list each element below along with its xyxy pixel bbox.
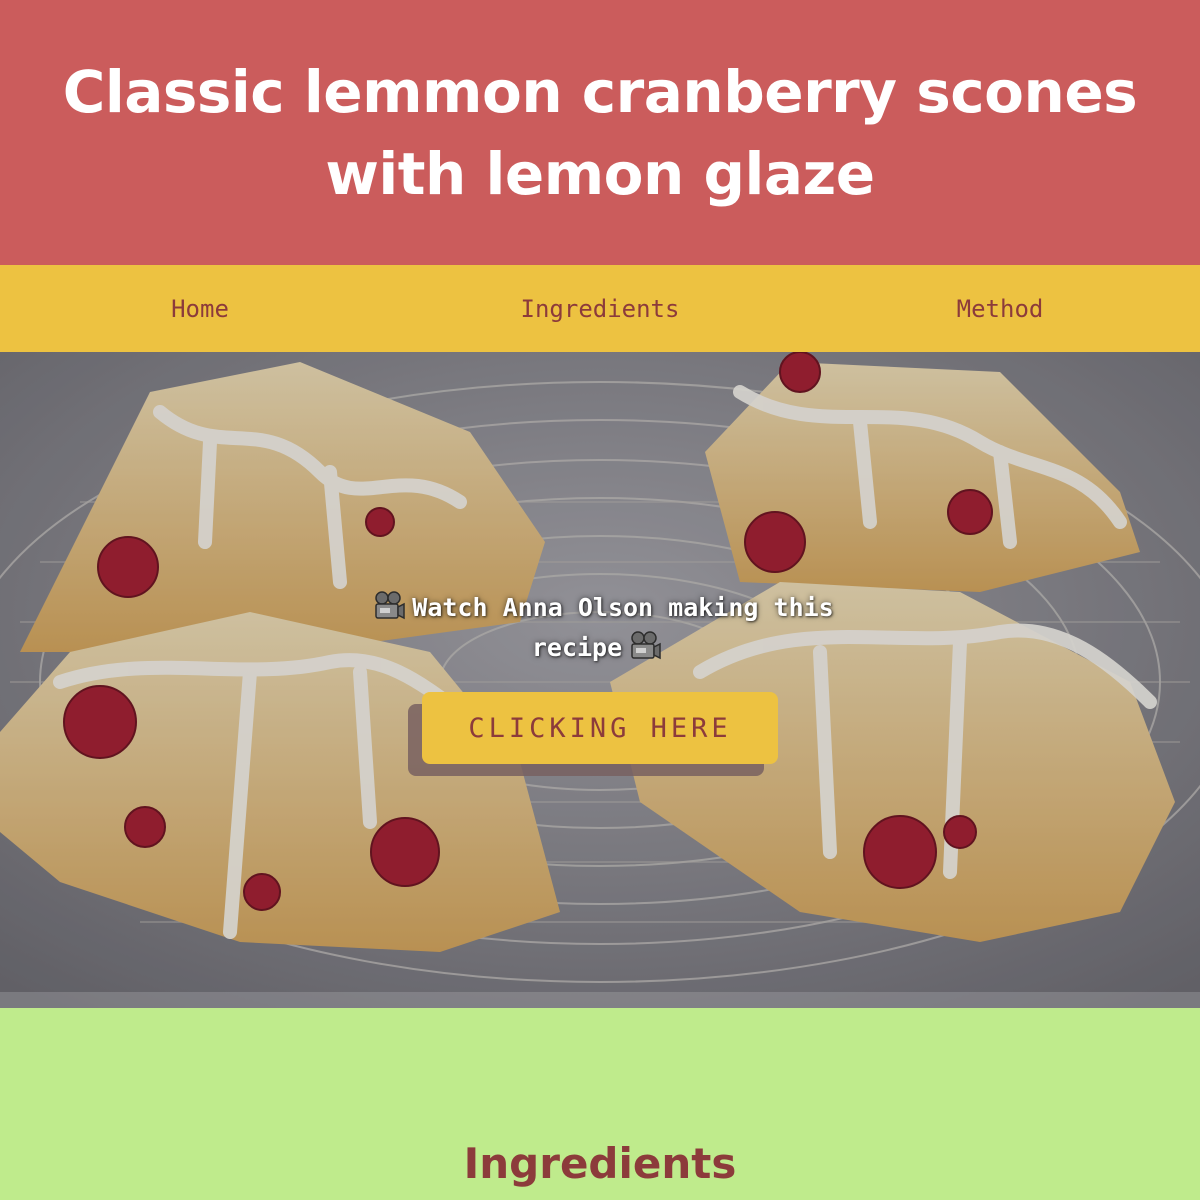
watch-video-button[interactable]: CLICKING HERE <box>422 692 778 764</box>
film-camera-icon <box>375 591 406 620</box>
ingredients-heading: Ingredients <box>463 1139 737 1188</box>
nav-link-ingredients[interactable]: Ingredients <box>400 295 800 323</box>
nav-link-home[interactable]: Home <box>0 295 400 323</box>
hero-banner: Watch Anna Olson making this recipe CLIC… <box>0 352 1200 1008</box>
hero-text-line2: recipe <box>531 633 623 662</box>
cta-wrap: CLICKING HERE <box>408 692 778 776</box>
film-camera-icon <box>631 631 661 660</box>
page-header: Classic lemmon cranberry scones with lem… <box>0 0 1200 265</box>
ingredients-section: Ingredients <box>0 1008 1200 1200</box>
page-title: Classic lemmon cranberry scones with lem… <box>62 57 1138 208</box>
hero-content: Watch Anna Olson making this recipe CLIC… <box>0 588 1200 776</box>
nav-bar: Home Ingredients Method <box>0 265 1200 352</box>
hero-text-line1: Watch Anna Olson making this <box>412 593 834 622</box>
nav-link-method[interactable]: Method <box>800 295 1200 323</box>
hero-video-prompt: Watch Anna Olson making this recipe <box>320 588 880 668</box>
